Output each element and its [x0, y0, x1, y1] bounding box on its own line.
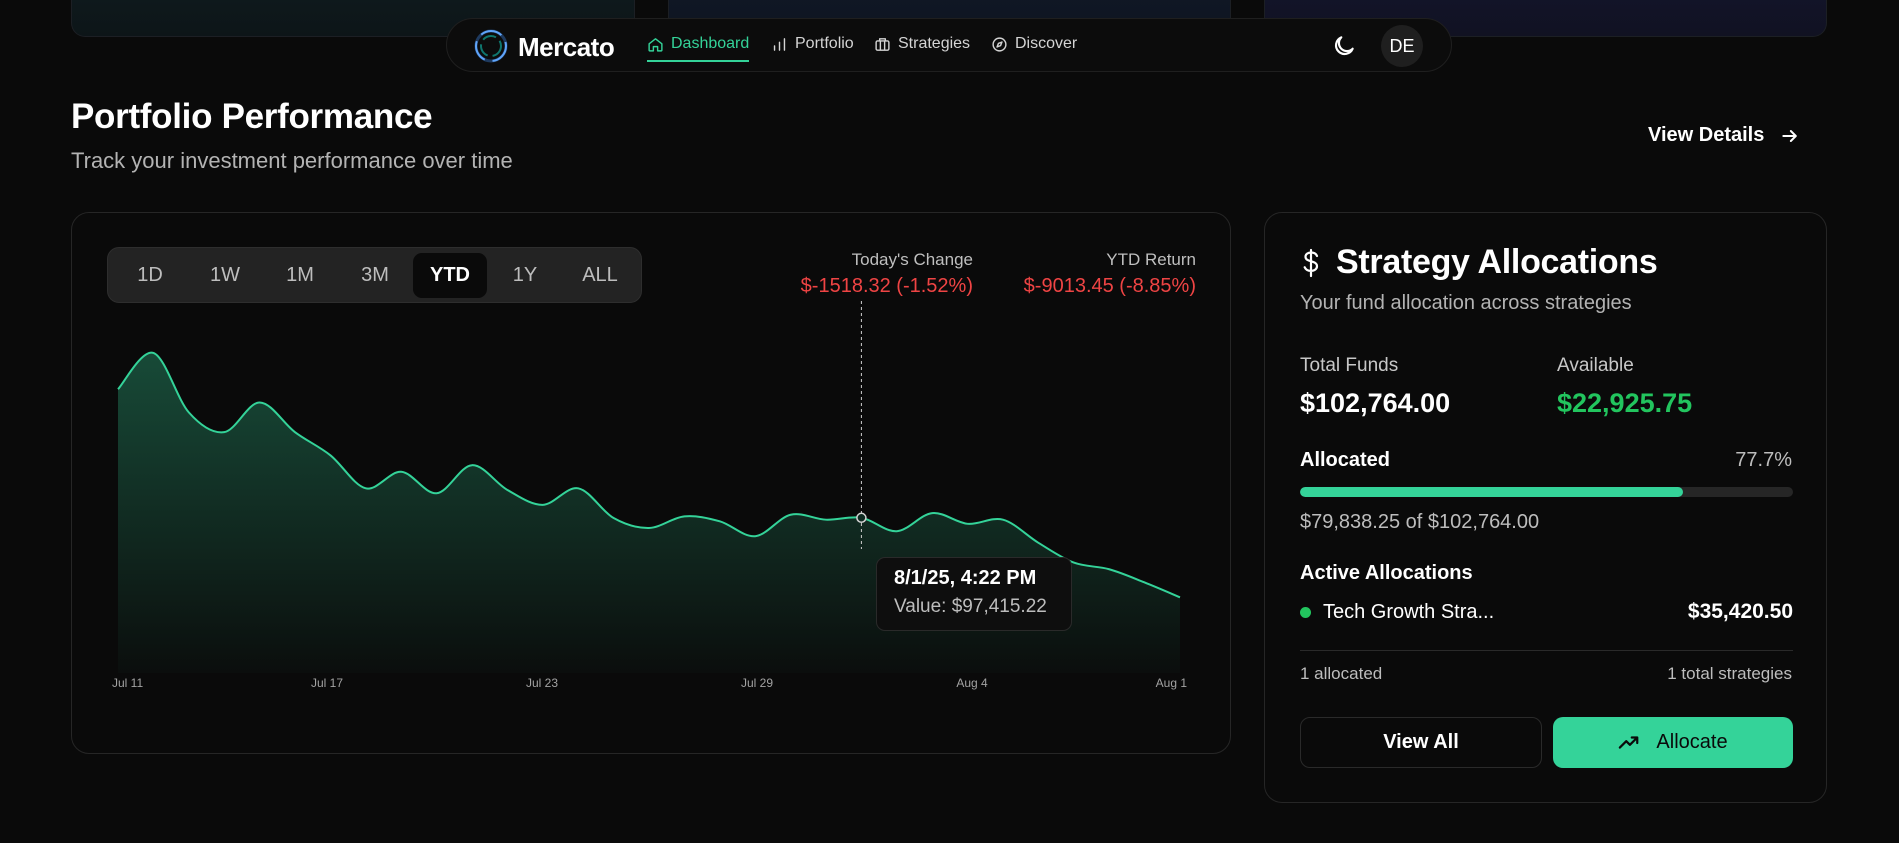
nav-strategies[interactable]: Strategies — [874, 35, 970, 53]
trending-up-icon — [1619, 735, 1639, 749]
x-tick-label: Jul 23 — [526, 676, 558, 690]
compass-icon — [992, 36, 1007, 52]
divider — [1300, 650, 1793, 651]
nav-portfolio-label: Portfolio — [795, 35, 854, 52]
arrow-right-icon — [1782, 129, 1798, 142]
allocation-name: Tech Growth Stra... — [1323, 600, 1495, 623]
allocate-button[interactable]: Allocate — [1553, 717, 1793, 768]
allocated-label: Allocated — [1300, 449, 1391, 471]
page-title: Portfolio Performance — [71, 97, 433, 136]
nav-discover-label: Discover — [1015, 35, 1078, 52]
total-funds-value: $102,764.00 — [1300, 388, 1451, 418]
nav-dashboard-label: Dashboard — [671, 35, 750, 52]
highlight-point[interactable] — [856, 512, 867, 524]
nav-strategies-label: Strategies — [898, 35, 971, 52]
view-all-button[interactable]: View All — [1300, 717, 1542, 768]
dollar-icon — [1303, 248, 1319, 277]
page-subtitle: Track your investment performance over t… — [71, 148, 513, 173]
performance-chart[interactable]: Jul 11 Jul 17 Jul 23 Jul 29 Aug 4 Aug 1 — [72, 213, 1232, 755]
allocations-header: Strategy Allocations — [1300, 243, 1658, 282]
allocations-subtitle: Your fund allocation across strategies — [1300, 292, 1632, 314]
allocated-count: 1 allocated — [1300, 664, 1383, 683]
briefcase-icon — [875, 37, 890, 51]
home-icon — [648, 37, 663, 52]
nav-discover[interactable]: Discover — [991, 35, 1077, 53]
tooltip-value: Value: $97,415.22 — [894, 596, 1047, 617]
allocated-of-total: $79,838.25 of $102,764.00 — [1300, 511, 1540, 533]
status-dot — [1300, 606, 1311, 618]
avatar[interactable]: DE — [1381, 25, 1423, 67]
list-item[interactable]: Tech Growth Stra... $35,420.50 — [1300, 600, 1793, 624]
brand-name[interactable]: Mercato — [518, 32, 615, 63]
allocate-label: Allocate — [1656, 731, 1728, 753]
x-tick-label: Aug 1 — [1156, 676, 1188, 690]
view-details-link[interactable]: View Details — [1648, 124, 1800, 147]
available-value: $22,925.75 — [1557, 388, 1693, 418]
nav-portfolio[interactable]: Portfolio — [771, 35, 854, 53]
total-funds-label: Total Funds — [1300, 355, 1399, 376]
active-allocations-title: Active Allocations — [1300, 562, 1473, 584]
chart-tooltip: 8/1/25, 4:22 PM Value: $97,415.22 — [876, 557, 1072, 631]
x-tick-label: Jul 29 — [741, 676, 773, 690]
total-strategies-count: 1 total strategies — [1667, 664, 1792, 683]
x-tick-label: Jul 17 — [311, 676, 343, 690]
allocation-progress-bar — [1300, 487, 1793, 497]
top-navbar: Mercato Dashboard Portfolio Strategies D… — [446, 18, 1452, 72]
mercato-logo-icon[interactable] — [473, 28, 509, 64]
x-tick-label: Aug 4 — [956, 676, 988, 690]
moon-icon[interactable] — [1331, 33, 1357, 59]
allocation-amount: $35,420.50 — [1687, 600, 1793, 623]
strategy-allocations-card: Strategy Allocations Your fund allocatio… — [1264, 212, 1827, 803]
bar-chart-icon — [773, 37, 786, 51]
x-tick-label: Jul 11 — [112, 676, 143, 690]
available-label: Available — [1557, 355, 1634, 376]
allocations-title: Strategy Allocations — [1336, 243, 1658, 281]
performance-card: 1D 1W 1M 3M YTD 1Y ALL Today's Change $-… — [71, 212, 1231, 754]
view-details-label: View Details — [1648, 124, 1765, 146]
nav-dashboard[interactable]: Dashboard — [647, 35, 750, 62]
allocated-percent: 77.7% — [1735, 449, 1792, 471]
allocation-progress-fill — [1300, 487, 1684, 497]
tooltip-date: 8/1/25, 4:22 PM — [894, 567, 1037, 589]
